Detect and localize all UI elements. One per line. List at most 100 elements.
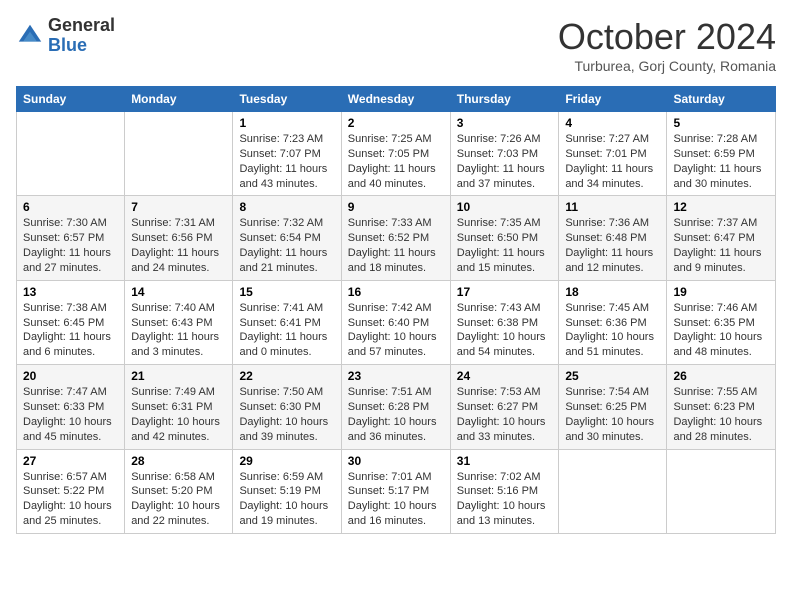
day-info: Sunrise: 7:50 AMSunset: 6:30 PMDaylight:… [239, 385, 334, 444]
day-cell-8: 8 Sunrise: 7:32 AMSunset: 6:54 PMDaylight… [233, 196, 341, 280]
day-cell-31: 31 Sunrise: 7:02 AMSunset: 5:16 PMDayligh… [450, 449, 559, 533]
day-number: 22 [239, 369, 334, 383]
day-number: 7 [131, 200, 226, 214]
location-subtitle: Turburea, Gorj County, Romania [558, 58, 776, 74]
day-info: Sunrise: 7:30 AMSunset: 6:57 PMDaylight:… [23, 216, 118, 275]
day-cell-4: 4 Sunrise: 7:27 AMSunset: 7:01 PMDaylight… [559, 112, 667, 196]
day-number: 25 [565, 369, 660, 383]
day-cell-24: 24 Sunrise: 7:53 AMSunset: 6:27 PMDayligh… [450, 365, 559, 449]
day-cell-10: 10 Sunrise: 7:35 AMSunset: 6:50 PMDayligh… [450, 196, 559, 280]
day-number: 31 [457, 454, 553, 468]
day-number: 5 [673, 116, 769, 130]
week-row-5: 27 Sunrise: 6:57 AMSunset: 5:22 PMDayligh… [17, 449, 776, 533]
day-number: 27 [23, 454, 118, 468]
calendar-table: SundayMondayTuesdayWednesdayThursdayFrid… [16, 86, 776, 534]
day-cell-22: 22 Sunrise: 7:50 AMSunset: 6:30 PMDayligh… [233, 365, 341, 449]
day-number: 17 [457, 285, 553, 299]
day-cell-14: 14 Sunrise: 7:40 AMSunset: 6:43 PMDayligh… [125, 280, 233, 364]
empty-cell [125, 112, 233, 196]
day-number: 14 [131, 285, 226, 299]
day-number: 10 [457, 200, 553, 214]
day-header-sunday: Sunday [17, 87, 125, 112]
day-number: 4 [565, 116, 660, 130]
week-row-4: 20Sunrise: 7:47 AMSunset: 6:33 PMDayligh… [17, 365, 776, 449]
day-number: 11 [565, 200, 660, 214]
logo-text: General Blue [48, 16, 115, 56]
day-cell-18: 18 Sunrise: 7:45 AMSunset: 6:36 PMDayligh… [559, 280, 667, 364]
logo: General Blue [16, 16, 115, 56]
title-area: October 2024 Turburea, Gorj County, Roma… [558, 16, 776, 74]
day-info: Sunrise: 6:59 AMSunset: 5:19 PMDaylight:… [239, 470, 334, 529]
empty-cell [17, 112, 125, 196]
day-info: Sunrise: 7:36 AMSunset: 6:48 PMDaylight:… [565, 216, 660, 275]
day-info: Sunrise: 7:43 AMSunset: 6:38 PMDaylight:… [457, 301, 553, 360]
day-header-tuesday: Tuesday [233, 87, 341, 112]
day-info: Sunrise: 6:57 AMSunset: 5:22 PMDaylight:… [23, 470, 118, 529]
day-info: Sunrise: 7:51 AMSunset: 6:28 PMDaylight:… [348, 385, 444, 444]
day-number: 23 [348, 369, 444, 383]
week-row-2: 6 Sunrise: 7:30 AMSunset: 6:57 PMDaylight… [17, 196, 776, 280]
day-header-thursday: Thursday [450, 87, 559, 112]
day-header-wednesday: Wednesday [341, 87, 450, 112]
day-cell-12: 12 Sunrise: 7:37 AMSunset: 6:47 PMDayligh… [667, 196, 776, 280]
day-number: 18 [565, 285, 660, 299]
day-cell-11: 11 Sunrise: 7:36 AMSunset: 6:48 PMDayligh… [559, 196, 667, 280]
day-number: 1 [239, 116, 334, 130]
day-info: Sunrise: 7:32 AMSunset: 6:54 PMDaylight:… [239, 216, 334, 275]
day-cell-7: 7 Sunrise: 7:31 AMSunset: 6:56 PMDaylight… [125, 196, 233, 280]
day-cell-23: 23 Sunrise: 7:51 AMSunset: 6:28 PMDayligh… [341, 365, 450, 449]
logo-general-text: General [48, 16, 115, 36]
day-number: 24 [457, 369, 553, 383]
day-info: Sunrise: 7:27 AMSunset: 7:01 PMDaylight:… [565, 132, 660, 191]
week-row-3: 13 Sunrise: 7:38 AMSunset: 6:45 PMDayligh… [17, 280, 776, 364]
day-info: Sunrise: 7:01 AMSunset: 5:17 PMDaylight:… [348, 470, 444, 529]
day-number: 30 [348, 454, 444, 468]
day-info: Sunrise: 7:02 AMSunset: 5:16 PMDaylight:… [457, 470, 553, 529]
day-number: 2 [348, 116, 444, 130]
day-info: Sunrise: 7:35 AMSunset: 6:50 PMDaylight:… [457, 216, 553, 275]
logo-blue-text: Blue [48, 36, 115, 56]
day-info: Sunrise: 7:23 AMSunset: 7:07 PMDaylight:… [239, 132, 334, 191]
day-number: 9 [348, 200, 444, 214]
day-cell-19: 19Sunrise: 7:46 AMSunset: 6:35 PMDayligh… [667, 280, 776, 364]
day-info: Sunrise: 6:58 AMSunset: 5:20 PMDaylight:… [131, 470, 226, 529]
day-number: 28 [131, 454, 226, 468]
day-info: Sunrise: 7:26 AMSunset: 7:03 PMDaylight:… [457, 132, 553, 191]
day-info: Sunrise: 7:41 AMSunset: 6:41 PMDaylight:… [239, 301, 334, 360]
day-cell-29: 29Sunrise: 6:59 AMSunset: 5:19 PMDayligh… [233, 449, 341, 533]
day-info: Sunrise: 7:55 AMSunset: 6:23 PMDaylight:… [673, 385, 769, 444]
day-number: 12 [673, 200, 769, 214]
day-info: Sunrise: 7:28 AMSunset: 6:59 PMDaylight:… [673, 132, 769, 191]
day-cell-15: 15Sunrise: 7:41 AMSunset: 6:41 PMDayligh… [233, 280, 341, 364]
day-info: Sunrise: 7:40 AMSunset: 6:43 PMDaylight:… [131, 301, 226, 360]
day-header-friday: Friday [559, 87, 667, 112]
empty-cell [559, 449, 667, 533]
day-number: 26 [673, 369, 769, 383]
day-info: Sunrise: 7:38 AMSunset: 6:45 PMDaylight:… [23, 301, 118, 360]
day-number: 13 [23, 285, 118, 299]
month-title: October 2024 [558, 16, 776, 58]
day-info: Sunrise: 7:25 AMSunset: 7:05 PMDaylight:… [348, 132, 444, 191]
day-header-saturday: Saturday [667, 87, 776, 112]
logo-icon [16, 22, 44, 50]
day-cell-17: 17 Sunrise: 7:43 AMSunset: 6:38 PMDayligh… [450, 280, 559, 364]
day-cell-20: 20Sunrise: 7:47 AMSunset: 6:33 PMDayligh… [17, 365, 125, 449]
day-cell-13: 13 Sunrise: 7:38 AMSunset: 6:45 PMDayligh… [17, 280, 125, 364]
day-number: 8 [239, 200, 334, 214]
day-info: Sunrise: 7:46 AMSunset: 6:35 PMDaylight:… [673, 301, 769, 360]
day-header-monday: Monday [125, 87, 233, 112]
day-info: Sunrise: 7:53 AMSunset: 6:27 PMDaylight:… [457, 385, 553, 444]
day-cell-21: 21Sunrise: 7:49 AMSunset: 6:31 PMDayligh… [125, 365, 233, 449]
week-row-1: 1 Sunrise: 7:23 AMSunset: 7:07 PMDaylight… [17, 112, 776, 196]
day-cell-27: 27 Sunrise: 6:57 AMSunset: 5:22 PMDayligh… [17, 449, 125, 533]
day-info: Sunrise: 7:49 AMSunset: 6:31 PMDaylight:… [131, 385, 226, 444]
day-cell-5: 5 Sunrise: 7:28 AMSunset: 6:59 PMDaylight… [667, 112, 776, 196]
day-number: 3 [457, 116, 553, 130]
day-info: Sunrise: 7:45 AMSunset: 6:36 PMDaylight:… [565, 301, 660, 360]
day-info: Sunrise: 7:31 AMSunset: 6:56 PMDaylight:… [131, 216, 226, 275]
day-cell-1: 1 Sunrise: 7:23 AMSunset: 7:07 PMDaylight… [233, 112, 341, 196]
day-cell-28: 28 Sunrise: 6:58 AMSunset: 5:20 PMDayligh… [125, 449, 233, 533]
day-cell-3: 3 Sunrise: 7:26 AMSunset: 7:03 PMDaylight… [450, 112, 559, 196]
day-number: 6 [23, 200, 118, 214]
day-info: Sunrise: 7:37 AMSunset: 6:47 PMDaylight:… [673, 216, 769, 275]
